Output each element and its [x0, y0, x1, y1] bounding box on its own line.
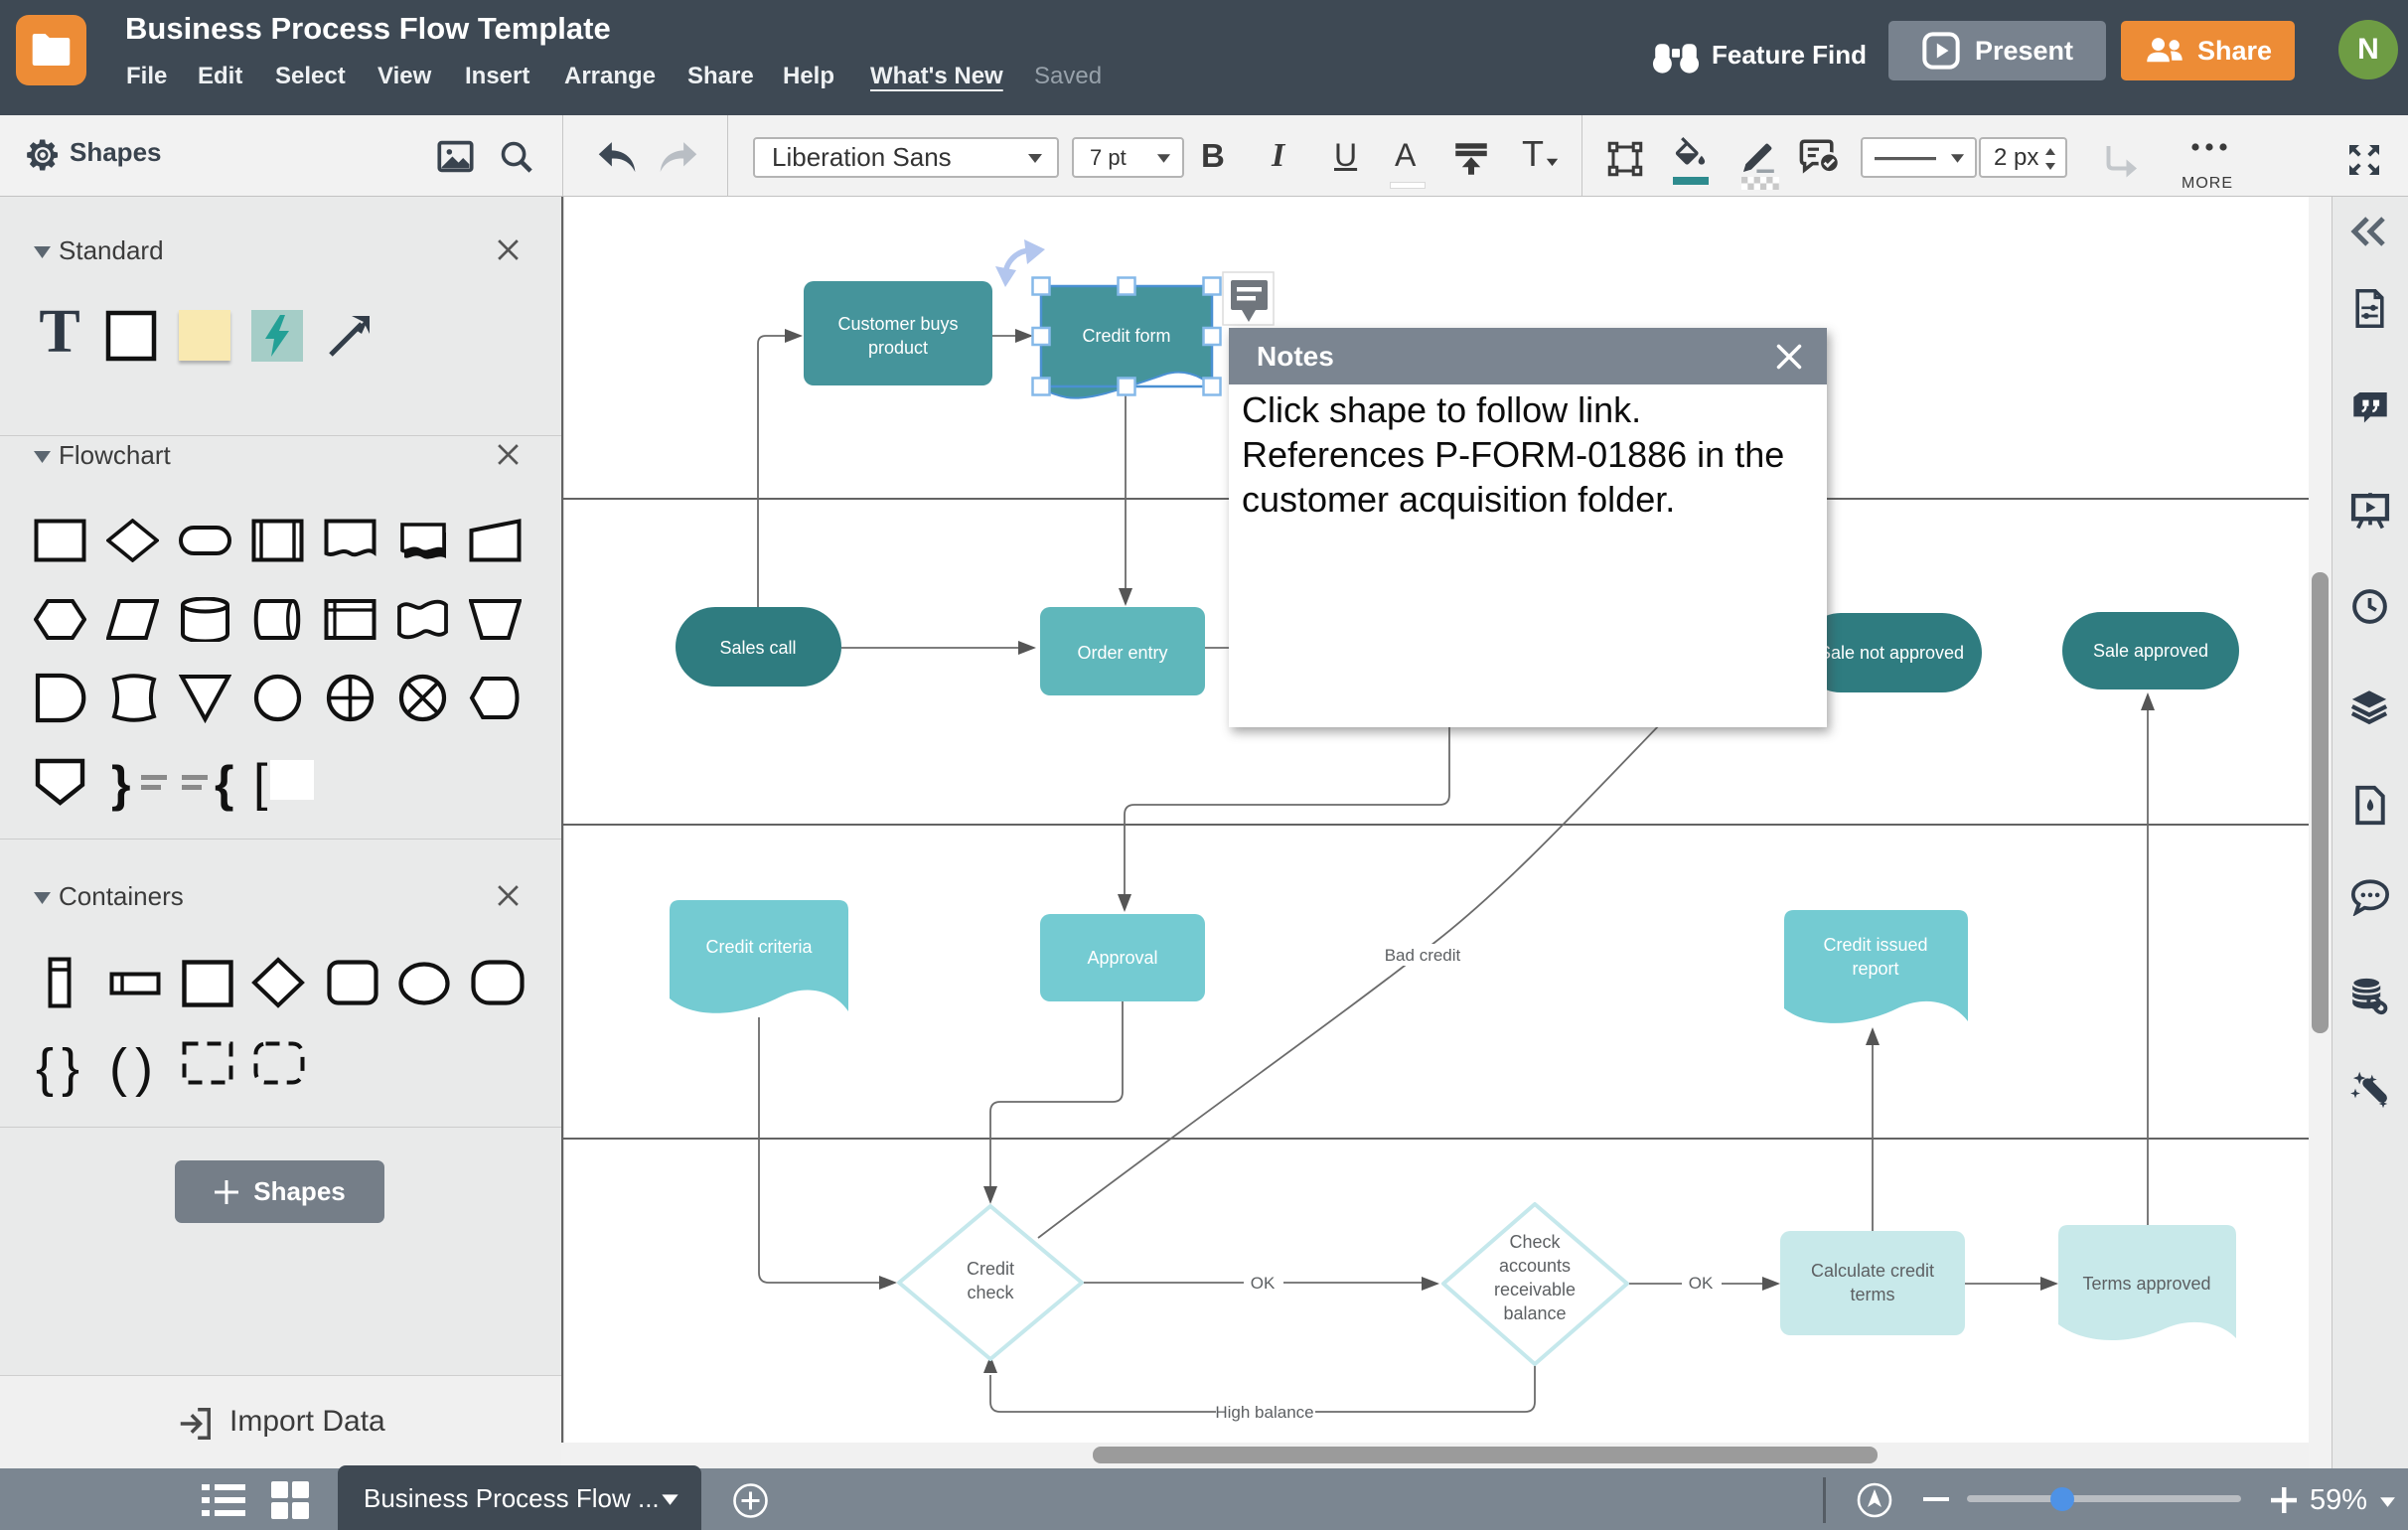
- svg-text:Check: Check: [1509, 1232, 1561, 1252]
- svg-text:Sale not approved: Sale not approved: [1819, 643, 1964, 663]
- svg-text:Customer buys: Customer buys: [837, 314, 958, 334]
- svg-text:Sale approved: Sale approved: [2093, 641, 2208, 661]
- svg-text:Credit form: Credit form: [1082, 326, 1170, 346]
- svg-text:Bad credit: Bad credit: [1385, 946, 1461, 965]
- svg-text:OK: OK: [1689, 1274, 1714, 1293]
- svg-text:High balance: High balance: [1215, 1403, 1313, 1422]
- svg-text:Calculate credit: Calculate credit: [1811, 1261, 1934, 1281]
- svg-text:Terms approved: Terms approved: [2082, 1274, 2210, 1294]
- svg-text:accounts: accounts: [1499, 1256, 1571, 1276]
- svg-text:Approval: Approval: [1087, 948, 1157, 968]
- svg-text:Credit: Credit: [967, 1259, 1014, 1279]
- svg-text:balance: balance: [1503, 1303, 1566, 1323]
- svg-text:Sales call: Sales call: [719, 638, 796, 658]
- svg-text:OK: OK: [1251, 1274, 1276, 1293]
- svg-text:Credit issued: Credit issued: [1823, 935, 1927, 955]
- svg-text:Credit criteria: Credit criteria: [705, 937, 813, 957]
- svg-text:report: report: [1852, 959, 1898, 979]
- svg-text:check: check: [967, 1283, 1014, 1302]
- svg-text:product: product: [868, 338, 928, 358]
- svg-text:receivable: receivable: [1494, 1280, 1576, 1300]
- svg-text:terms: terms: [1851, 1285, 1895, 1304]
- svg-text:Order entry: Order entry: [1077, 643, 1167, 663]
